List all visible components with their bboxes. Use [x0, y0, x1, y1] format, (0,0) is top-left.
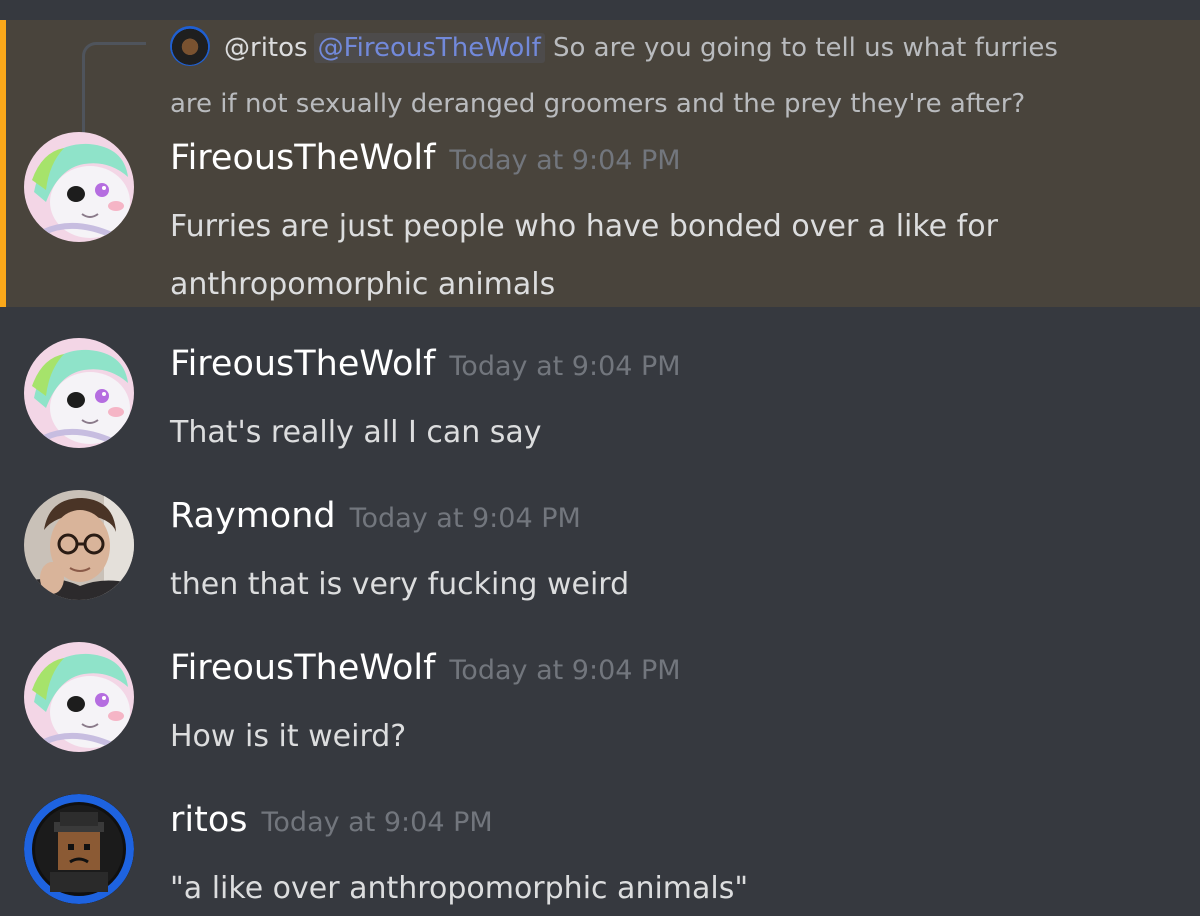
message[interactable]: ritos Today at 9:04 PM "a like over anthr… — [0, 786, 1200, 916]
message-header: FireousTheWolf Today at 9:04 PM — [170, 138, 681, 178]
message[interactable]: FireousTheWolf Today at 9:04 PM How is it… — [0, 634, 1200, 774]
message[interactable]: FireousTheWolf Today at 9:04 PM That's re… — [0, 330, 1200, 470]
man-avatar-icon — [24, 490, 134, 600]
message-content: How is it weird? — [170, 708, 1170, 766]
message-content: then that is very fucking weird — [170, 556, 1170, 614]
message-text-line: Furries are just people who have bonded … — [170, 209, 998, 244]
reply-text-first: So are you going to tell us what furries — [553, 33, 1058, 63]
timestamp: Today at 9:04 PM — [349, 503, 581, 534]
username[interactable]: ritos — [170, 800, 248, 840]
reply-preview[interactable]: @ritos @FireousTheWolf So are you going t… — [170, 20, 1190, 132]
message-text-line: anthropomorphic animals — [170, 267, 556, 302]
message-header: FireousTheWolf Today at 9:04 PM — [170, 648, 681, 688]
reply-avatar[interactable] — [170, 26, 210, 66]
avatar[interactable] — [24, 338, 134, 448]
message-header: Raymond Today at 9:04 PM — [170, 496, 581, 536]
mention-highlight-bar — [0, 20, 6, 307]
reply-text-second: are if not sexually deranged groomers an… — [170, 89, 1026, 119]
wolf-avatar-icon — [24, 338, 134, 448]
wolf-avatar-icon — [24, 132, 134, 242]
roblox-avatar-icon — [24, 794, 134, 904]
reply-author[interactable]: @ritos — [224, 33, 308, 63]
message-content: "a like over anthropomorphic animals" — [170, 860, 1170, 916]
message-content: That's really all I can say — [170, 404, 1170, 462]
reply-connector — [82, 42, 146, 134]
timestamp: Today at 9:04 PM — [261, 807, 493, 838]
timestamp: Today at 9:04 PM — [449, 145, 681, 176]
avatar[interactable] — [24, 132, 134, 242]
message-text-line: then that is very fucking weird — [170, 567, 630, 602]
chat-messages: @ritos @FireousTheWolf So are you going t… — [0, 0, 1200, 916]
username[interactable]: Raymond — [170, 496, 336, 536]
avatar[interactable] — [24, 490, 134, 600]
message-text-line: How is it weird? — [170, 719, 407, 754]
reply-mention[interactable]: @FireousTheWolf — [313, 33, 545, 63]
message-header: FireousTheWolf Today at 9:04 PM — [170, 344, 681, 384]
message-text-line: That's really all I can say — [170, 415, 542, 450]
avatar[interactable] — [24, 642, 134, 752]
message-content: Furries are just people who have bonded … — [170, 198, 1170, 314]
username[interactable]: FireousTheWolf — [170, 138, 435, 178]
avatar[interactable] — [24, 794, 134, 904]
timestamp: Today at 9:04 PM — [449, 655, 681, 686]
message-text-line: "a like over anthropomorphic animals" — [170, 871, 749, 906]
username[interactable]: FireousTheWolf — [170, 344, 435, 384]
timestamp: Today at 9:04 PM — [449, 351, 681, 382]
wolf-avatar-icon — [24, 642, 134, 752]
message-highlighted[interactable]: @ritos @FireousTheWolf So are you going t… — [0, 20, 1200, 307]
message[interactable]: Raymond Today at 9:04 PM then that is ver… — [0, 482, 1200, 622]
username[interactable]: FireousTheWolf — [170, 648, 435, 688]
message-header: ritos Today at 9:04 PM — [170, 800, 493, 840]
